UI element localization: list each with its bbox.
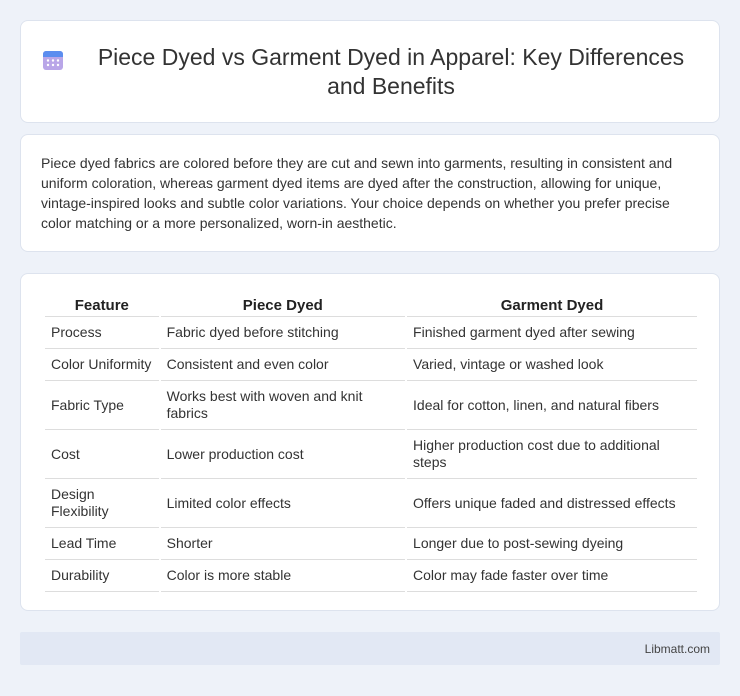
row-garment-dyed: Offers unique faded and distressed effec… (407, 479, 697, 528)
header-piece-dyed: Piece Dyed (160, 294, 406, 317)
table-row: Color Uniformity Consistent and even col… (45, 349, 697, 381)
row-feature: Process (45, 317, 159, 349)
page-title: Piece Dyed vs Garment Dyed in Apparel: K… (97, 43, 685, 99)
row-piece-dyed: Works best with woven and knit fabrics (160, 381, 406, 430)
row-feature: Lead Time (45, 528, 159, 560)
intro-card: Piece dyed fabrics are colored before th… (20, 134, 720, 252)
row-garment-dyed: Varied, vintage or washed look (407, 349, 697, 381)
table-row: Cost Lower production cost Higher produc… (45, 430, 697, 479)
footer-site-link[interactable]: Libmatt.com (645, 642, 710, 656)
footer: Libmatt.com (20, 632, 720, 665)
row-feature: Color Uniformity (45, 349, 159, 381)
table-row: Durability Color is more stable Color ma… (45, 560, 697, 592)
header-feature: Feature (45, 294, 159, 317)
comparison-table: Feature Piece Dyed Garment Dyed Process … (43, 294, 699, 592)
row-garment-dyed: Finished garment dyed after sewing (407, 317, 697, 349)
table-header-row: Feature Piece Dyed Garment Dyed (45, 294, 697, 317)
table-row: Fabric Type Works best with woven and kn… (45, 381, 697, 430)
row-garment-dyed: Higher production cost due to additional… (407, 430, 697, 479)
row-piece-dyed: Shorter (160, 528, 406, 560)
row-garment-dyed: Ideal for cotton, linen, and natural fib… (407, 381, 697, 430)
intro-paragraph: Piece dyed fabrics are colored before th… (41, 155, 673, 231)
row-feature: Durability (45, 560, 159, 592)
row-feature: Fabric Type (45, 381, 159, 430)
table-row: Design Flexibility Limited color effects… (45, 479, 697, 528)
table-row: Process Fabric dyed before stitching Fin… (45, 317, 697, 349)
row-garment-dyed: Longer due to post-sewing dyeing (407, 528, 697, 560)
row-piece-dyed: Lower production cost (160, 430, 406, 479)
row-piece-dyed: Consistent and even color (160, 349, 406, 381)
title-wrap: Piece Dyed vs Garment Dyed in Apparel: K… (41, 43, 699, 101)
title-card: Piece Dyed vs Garment Dyed in Apparel: K… (20, 20, 720, 123)
comparison-card: Feature Piece Dyed Garment Dyed Process … (20, 273, 720, 611)
row-piece-dyed: Color is more stable (160, 560, 406, 592)
header-garment-dyed: Garment Dyed (407, 294, 697, 317)
row-feature: Design Flexibility (45, 479, 159, 528)
calendar-icon (43, 50, 63, 70)
row-garment-dyed: Color may fade faster over time (407, 560, 697, 592)
row-piece-dyed: Fabric dyed before stitching (160, 317, 406, 349)
row-piece-dyed: Limited color effects (160, 479, 406, 528)
table-row: Lead Time Shorter Longer due to post-sew… (45, 528, 697, 560)
row-feature: Cost (45, 430, 159, 479)
